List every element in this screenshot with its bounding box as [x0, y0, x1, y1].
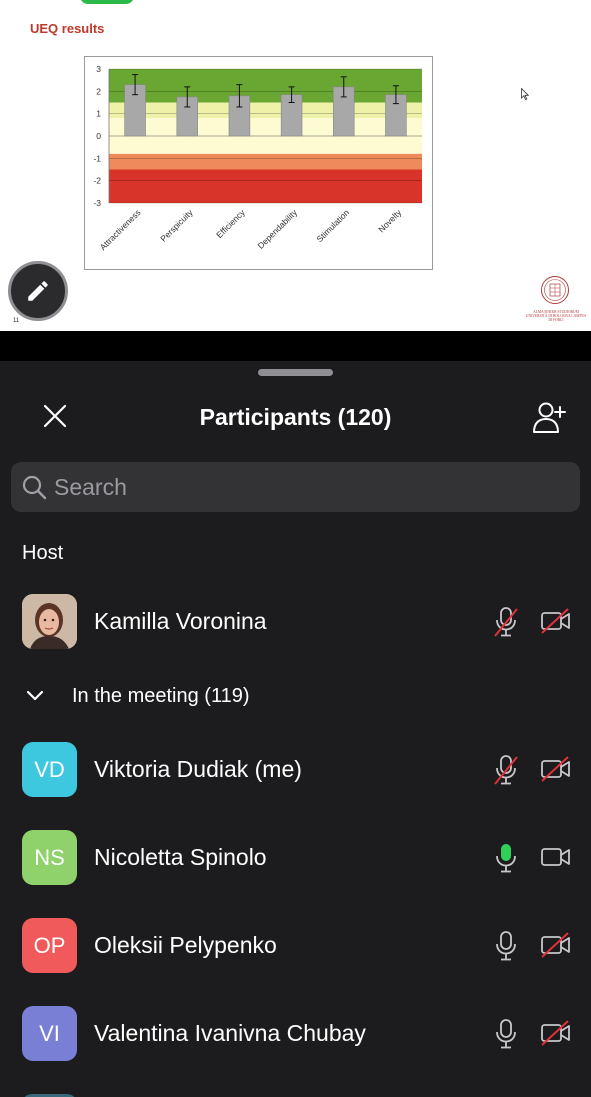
pointer-cursor-icon	[521, 88, 529, 100]
x-tick-label: Perspicuity	[158, 207, 195, 244]
university-seal-logo	[541, 276, 569, 304]
participants-panel: Participants (120) Host Kamilla Voronina…	[0, 361, 591, 1097]
camera-off-icon[interactable]	[540, 1020, 572, 1046]
avatar-initials: NS	[34, 844, 65, 870]
participant-name: Valentina Ivanivna Chubay	[94, 1020, 366, 1046]
chart-band-0	[109, 69, 422, 103]
mic-icon[interactable]	[492, 842, 520, 874]
shared-slide: UEQ results 3 2 1 0 -1 -2 -3 Attractiveness Pers…	[0, 0, 591, 331]
x-tick-label: Attractiveness	[98, 207, 143, 252]
x-tick-label: Novelty	[376, 207, 404, 235]
pencil-icon	[28, 281, 48, 301]
ueq-chart-svg: 3 2 1 0 -1 -2 -3Attractiveness Perspicuity Effic…	[93, 64, 422, 252]
avatar: VI	[22, 1006, 77, 1061]
x-tick-label: Stimulation	[314, 207, 351, 244]
search-icon	[22, 475, 47, 500]
avatar: VD	[22, 742, 77, 797]
y-tick-label: 2	[96, 86, 101, 96]
add-participant-icon[interactable]	[531, 399, 567, 435]
host-section-label: Host	[22, 542, 64, 564]
university-name: ALMA MATER STUDIORUM UNIVERSITÀ DI BOLOG…	[525, 310, 587, 323]
mic-muted-icon[interactable]	[492, 754, 520, 786]
camera-off-icon[interactable]	[540, 608, 572, 634]
avatar: NS	[22, 830, 77, 885]
avatar-initials: VD	[34, 756, 65, 782]
panel-title: Participants (120)	[199, 404, 392, 430]
mic-muted-icon[interactable]	[492, 606, 520, 638]
y-tick-label: -2	[93, 176, 101, 186]
y-tick-label: 1	[96, 109, 101, 119]
chart-band-1	[109, 102, 422, 119]
camera-icon[interactable]	[540, 844, 572, 870]
search-input[interactable]	[54, 462, 554, 512]
camera-off-icon[interactable]	[540, 932, 572, 958]
participant-name: Nicoletta Spinolo	[94, 844, 267, 870]
y-tick-label: 0	[96, 131, 101, 141]
video-letterbox	[0, 331, 591, 361]
chart-band-4	[109, 169, 422, 203]
chevron-down-icon	[26, 690, 44, 701]
chart-band-3	[109, 153, 422, 170]
mic-icon[interactable]	[492, 930, 520, 962]
x-tick-label: Dependability	[255, 207, 299, 251]
y-tick-label: -3	[93, 198, 101, 208]
annotate-button[interactable]	[8, 261, 68, 321]
slide-title: UEQ results	[30, 21, 105, 36]
in-meeting-group-toggle[interactable]: In the meeting (119)	[0, 679, 591, 715]
participant-row[interactable]: VI Valentina Ivanivna Chubay	[0, 998, 591, 1070]
participant-row[interactable]: Kamilla Voronina	[0, 586, 591, 658]
y-tick-label: -1	[93, 153, 101, 163]
share-status-pill[interactable]	[80, 0, 134, 4]
mic-icon[interactable]	[492, 1018, 520, 1050]
participant-row[interactable]: NS Nicoletta Spinolo	[0, 822, 591, 894]
slide-page-number: 11	[13, 318, 20, 324]
x-tick-label: Efficiency	[214, 207, 247, 240]
drag-handle[interactable]	[258, 369, 333, 376]
participant-name: Viktoria Dudiak (me)	[94, 756, 302, 782]
camera-off-icon[interactable]	[540, 756, 572, 782]
ueq-chart: 3 2 1 0 -1 -2 -3 Attractiveness Perspicuity Effic…	[84, 56, 433, 270]
in-meeting-label: In the meeting (119)	[72, 685, 250, 707]
participant-name: Oleksii Pelypenko	[94, 932, 277, 958]
y-tick-label: 3	[96, 64, 101, 74]
avatar	[22, 594, 77, 649]
avatar: OP	[22, 918, 77, 973]
search-bar[interactable]	[11, 462, 580, 512]
participant-row[interactable]: VD Viktoria Dudiak (me)	[0, 734, 591, 806]
profile-photo	[22, 594, 77, 649]
avatar-initials: OP	[33, 932, 66, 958]
participant-row[interactable]: OP Oleksii Pelypenko	[0, 910, 591, 982]
participant-name: Kamilla Voronina	[94, 608, 267, 634]
avatar-initials: VI	[39, 1020, 60, 1046]
